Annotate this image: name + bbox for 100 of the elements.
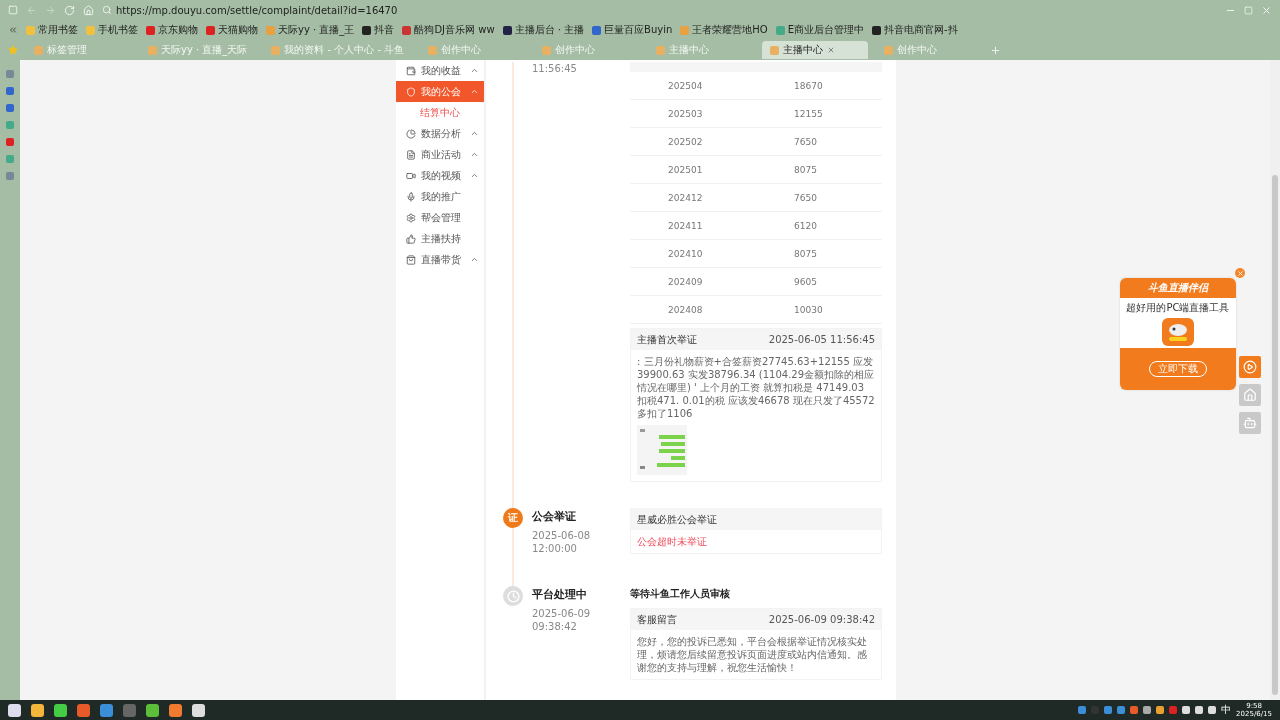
step-date: 12:00:00 <box>532 543 578 554</box>
table-cell-text: 7650 <box>793 192 818 203</box>
sidebar-subitem[interactable]: 结算中心 <box>396 102 484 123</box>
promo-subtitle: 超好用的PC端直播工具 <box>1126 301 1230 315</box>
chevron-icon <box>470 66 479 75</box>
reload-icon[interactable] <box>64 4 75 16</box>
maximize-icon[interactable] <box>1244 5 1253 15</box>
bookmark-link[interactable]: 天际yy · 直播_王 <box>266 23 355 37</box>
app-icon[interactable] <box>6 104 14 112</box>
bookmark-link[interactable]: 主播后台 · 主播 <box>502 23 585 37</box>
document-icon <box>406 149 416 160</box>
sidebar-item[interactable]: 我的推广 <box>396 186 484 207</box>
pie-chart-icon <box>406 128 416 139</box>
table-cell-text: 8075 <box>793 164 818 175</box>
bookmark-link[interactable]: 常用书签 <box>26 23 78 37</box>
chevron-icon <box>470 171 479 180</box>
table-cell-text: 7650 <box>793 136 818 147</box>
step-date: 2025-06-09 <box>532 608 592 619</box>
bookmark-link[interactable]: 抖音 <box>362 23 395 37</box>
bookmark-link[interactable]: 抖音电商官网-抖 <box>872 23 958 37</box>
sidebar-item[interactable]: 数据分析 <box>396 123 484 144</box>
promo-title: 斗鱼直播伴侣 <box>1120 278 1236 298</box>
back-icon[interactable] <box>26 4 37 16</box>
table-cell-text: 6120 <box>793 220 818 231</box>
card-time: 2025-06-09 09:38:42 <box>768 614 875 625</box>
gear-icon <box>406 212 416 223</box>
bookmark-link[interactable]: 手机书签 <box>86 23 138 37</box>
table-cell-text: 202411 <box>667 220 704 231</box>
bookmark-link[interactable]: E商业后台管理中 <box>775 23 865 37</box>
chevron-icon <box>470 150 479 159</box>
step-date: 2025-06-08 <box>532 530 592 541</box>
table-cell-text: 12155 <box>793 108 824 119</box>
home-icon[interactable] <box>1239 384 1261 406</box>
new-tab-icon[interactable] <box>990 44 1002 56</box>
taskbar-app-icon[interactable] <box>169 703 182 717</box>
taskbar-app-icon[interactable] <box>31 703 44 717</box>
step-title: 平台处理中 <box>532 587 588 602</box>
bookmark-link[interactable]: 王者荣耀营地HO <box>680 23 768 37</box>
collapse-icon[interactable] <box>8 25 18 35</box>
card-text: : 三月份礼物薪资+合签薪资27745.63+12155 应发39900.63 实发38796.34 (1104.29金额扣除的相应情况在哪里) ' 上个月的工资 就算扣税是 47149.03 扣税471. 0.01的税 应该发46678 现在只发了45572 多扣了1106 <box>636 355 876 421</box>
app-icon[interactable] <box>6 155 14 163</box>
table-cell-text: 202501 <box>667 164 704 175</box>
close-icon[interactable] <box>827 46 836 54</box>
chevron-icon <box>470 87 479 96</box>
app-icon[interactable] <box>6 172 14 180</box>
bag-icon <box>406 254 416 265</box>
table-cell-text: 9605 <box>793 276 818 287</box>
star-icon[interactable] <box>8 45 18 55</box>
card-text: 公会超时未举证 <box>636 535 708 549</box>
address-field[interactable]: https://mp.douyu.com/settle/complaint/detail?id=16470 <box>102 2 1217 18</box>
card-title: 主播首次举证 <box>637 332 697 347</box>
table-cell-text: 202409 <box>667 276 704 287</box>
input-method[interactable]: 中 <box>1221 703 1232 717</box>
status-heading: 等待斗鱼工作人员审核 <box>630 587 731 601</box>
app-icon[interactable] <box>6 121 14 129</box>
taskbar-app-icon[interactable] <box>54 703 67 717</box>
robot-icon[interactable] <box>1239 412 1261 434</box>
chevron-icon <box>470 129 479 138</box>
step-title: 公会举证 <box>532 509 577 524</box>
taskbar-app-icon[interactable] <box>146 703 159 717</box>
microphone-icon <box>406 191 416 202</box>
taskbar-app-icon[interactable] <box>192 703 205 717</box>
close-icon[interactable] <box>1261 4 1272 16</box>
table-cell-text: 202502 <box>667 136 704 147</box>
browser-tab[interactable]: 主播中心 <box>762 41 869 59</box>
step-date: 09:38:42 <box>532 621 578 632</box>
sidebar-item[interactable]: 我的收益 <box>396 60 484 81</box>
bookmark-link[interactable]: 天猫购物 <box>206 23 258 37</box>
shield-icon <box>406 86 416 97</box>
bookmark-link[interactable]: 酷狗DJ音乐网 ww <box>402 23 495 37</box>
start-icon[interactable] <box>8 703 21 717</box>
sidebar-item[interactable]: 直播带货 <box>396 249 484 270</box>
table-cell-text: 18670 <box>793 80 824 91</box>
sidebar-toggle-icon[interactable] <box>8 5 18 15</box>
step-date: 11:56:45 <box>532 63 578 74</box>
bookmark-link[interactable]: 京东购物 <box>146 23 198 37</box>
table-cell-text: 8075 <box>793 248 818 259</box>
sidebar-item[interactable]: 帮会管理 <box>396 207 484 228</box>
table-cell-text: 202408 <box>667 304 704 315</box>
scrollbar[interactable] <box>1272 175 1278 695</box>
close-icon[interactable] <box>1235 268 1245 278</box>
app-icon[interactable] <box>6 87 14 95</box>
chevron-icon <box>470 255 479 264</box>
app-icon[interactable] <box>6 70 14 78</box>
sidebar-item[interactable]: 商业活动 <box>396 144 484 165</box>
thumbs-up-icon <box>406 233 416 244</box>
home-icon[interactable] <box>83 4 94 16</box>
fish-app-icon <box>1162 318 1194 346</box>
bookmark-link[interactable]: 巨量百应Buyin <box>592 23 673 37</box>
promo-card[interactable]: 斗鱼直播伴侣 超好用的PC端直播工具 立即下载 <box>1120 278 1236 390</box>
app-icon[interactable] <box>6 138 14 146</box>
sidebar-item[interactable]: 主播扶持 <box>396 228 484 249</box>
play-icon[interactable] <box>1239 356 1261 378</box>
card-title: 星威必胜公会举证 <box>637 512 717 527</box>
forward-icon[interactable] <box>45 4 56 16</box>
video-icon <box>406 170 416 181</box>
table-cell-text: 202504 <box>667 80 704 91</box>
wallet-icon <box>406 65 416 76</box>
table-cell-text: 10030 <box>793 304 824 315</box>
sidebar-item[interactable]: 我的视频 <box>396 165 484 186</box>
